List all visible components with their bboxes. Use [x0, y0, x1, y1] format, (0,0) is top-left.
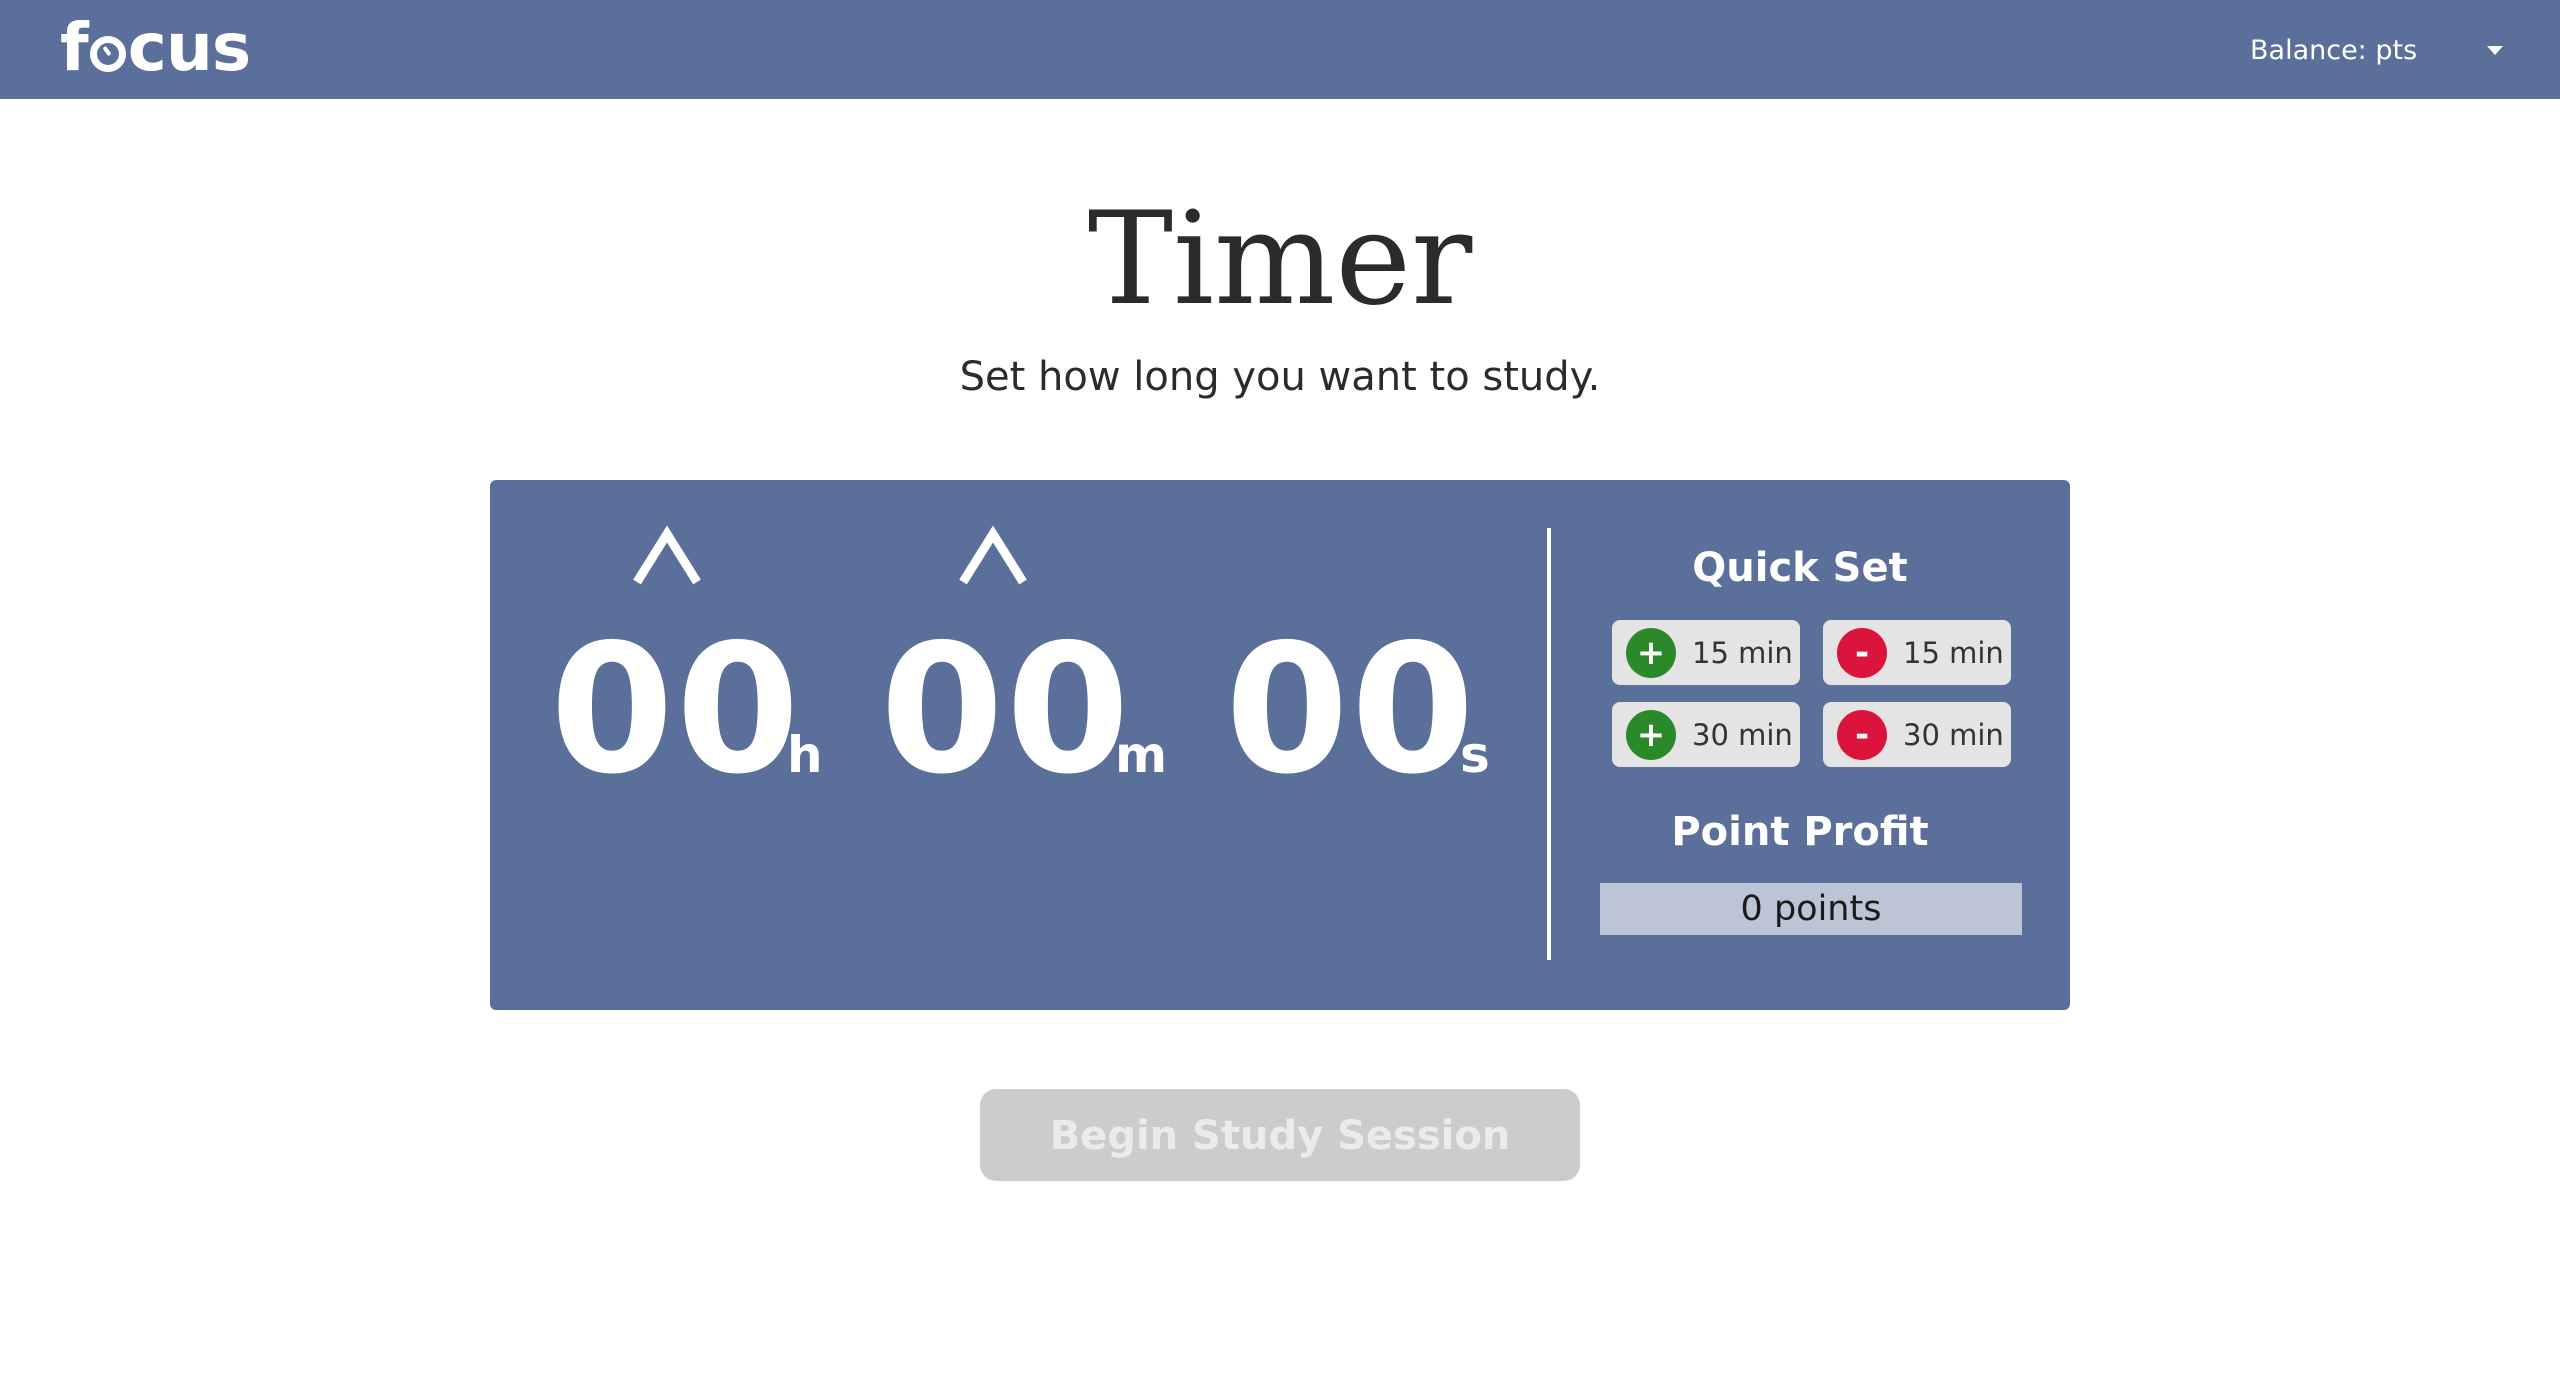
page-title: Timer	[1087, 185, 1473, 334]
subtract-15-min-button[interactable]: - 15 min	[1823, 620, 2011, 685]
quick-set-label: 15 min	[1903, 635, 2004, 670]
minutes-increment-chevron-up-icon[interactable]	[953, 520, 1033, 590]
quick-set-label: 15 min	[1692, 635, 1793, 670]
minus-icon: -	[1837, 627, 1887, 678]
caret-down-icon	[2487, 45, 2504, 55]
seconds-display: 00	[1225, 606, 1477, 813]
add-15-min-button[interactable]: + 15 min	[1612, 620, 1800, 685]
quick-set-label: 30 min	[1903, 717, 2004, 752]
hours-display[interactable]: 00	[550, 610, 802, 810]
brand-logo[interactable]: f cus	[60, 9, 251, 86]
page-subtitle: Set how long you want to study.	[959, 354, 1601, 400]
balance-label: Balance: pts	[2250, 34, 2418, 66]
plus-icon: +	[1626, 709, 1676, 760]
begin-study-session-button[interactable]: Begin Study Session	[980, 1089, 1580, 1181]
minutes-display[interactable]: 00	[880, 610, 1132, 810]
plus-icon: +	[1626, 627, 1676, 678]
point-profit-value: 0 points	[1600, 883, 2022, 935]
minutes-unit-label: m	[1115, 726, 1168, 784]
quick-set-label: 30 min	[1692, 717, 1793, 752]
seconds-unit-label: s	[1460, 726, 1490, 784]
brand-prefix: f	[60, 8, 89, 86]
quick-set-title: Quick Set	[1692, 545, 1908, 591]
panel-divider	[1547, 528, 1551, 960]
balance-dropdown[interactable]: Balance: pts	[2250, 30, 2504, 70]
add-30-min-button[interactable]: + 30 min	[1612, 702, 1800, 767]
point-profit-title: Point Profit	[1671, 809, 1929, 855]
hours-increment-chevron-up-icon[interactable]	[627, 520, 707, 590]
subtract-30-min-button[interactable]: - 30 min	[1823, 702, 2011, 767]
minus-icon: -	[1837, 709, 1887, 760]
top-navbar: f cus Balance: pts	[0, 0, 2560, 99]
hours-unit-label: h	[787, 726, 823, 784]
clock-icon	[89, 36, 126, 72]
timer-panel: 00 h 00 m 00 s Quick Set + 15 min - 15 m…	[490, 480, 2070, 1010]
brand-suffix: cus	[127, 8, 251, 86]
